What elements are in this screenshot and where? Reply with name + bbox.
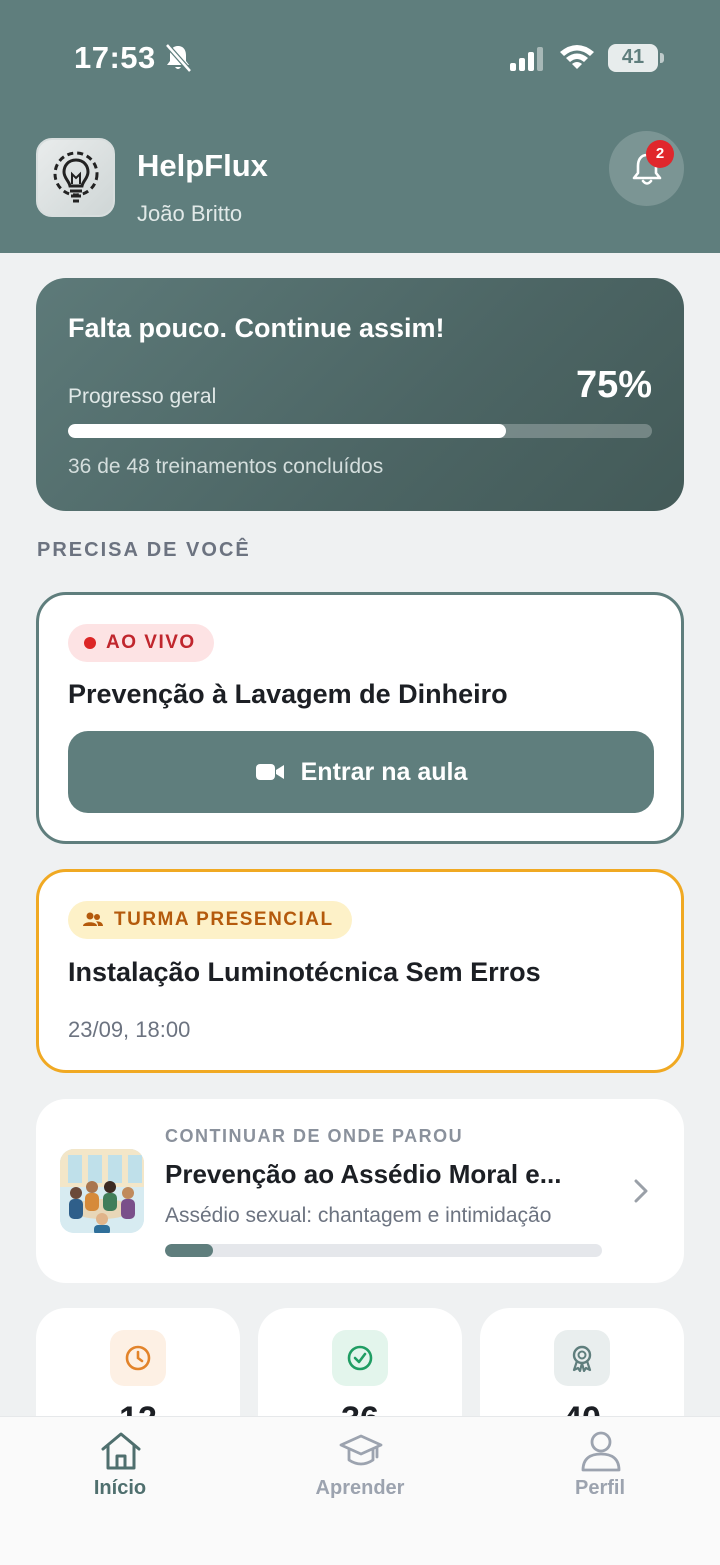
- live-session-card[interactable]: AO VIVO Prevenção à Lavagem de Dinheiro …: [36, 592, 684, 844]
- progress-percent: 75%: [575, 364, 652, 406]
- user-name: João Britto: [137, 201, 243, 226]
- status-time: 17:53: [74, 40, 156, 75]
- nav-learn-label: Aprender: [315, 1477, 405, 1499]
- live-dot-icon: [84, 637, 96, 649]
- notification-badge: 2: [646, 140, 674, 168]
- continue-lesson-title: Assédio sexual: chantagem e intimidação: [165, 1204, 552, 1227]
- check-circle-icon: [332, 1330, 388, 1386]
- progress-bar-fill: [68, 424, 506, 438]
- section-title: PRECISA DE VOCÊ: [37, 539, 251, 561]
- home-icon: [101, 1432, 141, 1470]
- join-class-button[interactable]: Entrar na aula: [68, 731, 654, 813]
- app-logo: [36, 138, 115, 217]
- notifications-button[interactable]: [609, 131, 684, 206]
- continue-label: CONTINUAR DE ONDE PAROU: [165, 1126, 464, 1146]
- progress-bar: [68, 424, 652, 438]
- wifi-icon: [560, 45, 594, 69]
- live-badge: AO VIVO: [68, 624, 214, 662]
- award-icon: [554, 1330, 610, 1386]
- live-session-title: Prevenção à Lavagem de Dinheiro: [68, 679, 508, 709]
- nav-profile[interactable]: Perfil: [480, 1417, 720, 1517]
- progress-title: Falta pouco. Continue assim!: [68, 313, 445, 343]
- bell-off-icon: [165, 43, 192, 73]
- nav-home-label: Início: [93, 1477, 147, 1499]
- graduation-cap-icon: [339, 1434, 383, 1466]
- continue-course-card[interactable]: CONTINUAR DE ONDE PAROU Prevenção ao Ass…: [36, 1099, 684, 1283]
- lightbulb-gear-icon: [53, 151, 99, 203]
- chevron-right-icon: [634, 1179, 648, 1203]
- overall-progress-card: Falta pouco. Continue assim! Progresso g…: [36, 278, 684, 511]
- nav-learn[interactable]: Aprender: [240, 1417, 480, 1517]
- app-name: HelpFlux: [137, 148, 268, 183]
- app-header: 17:53 41 HelpFlux João Britto 2: [0, 0, 720, 253]
- course-progress-fill: [165, 1244, 214, 1257]
- in-person-class-title: Instalação Luminotécnica Sem Erros: [68, 957, 541, 987]
- battery-indicator: 41: [608, 44, 664, 74]
- in-person-class-card[interactable]: TURMA PRESENCIAL Instalação Luminotécnic…: [36, 869, 684, 1073]
- group-icon: [83, 912, 103, 926]
- in-person-class-date: 23/09, 18:00: [68, 1017, 191, 1042]
- nav-home[interactable]: Início: [0, 1417, 240, 1517]
- progress-summary: 36 de 48 treinamentos concluídos: [68, 455, 384, 478]
- continue-course-title: Prevenção ao Assédio Moral e...: [165, 1159, 562, 1189]
- bottom-navigation: Início Aprender Perfil: [0, 1416, 720, 1565]
- user-icon: [581, 1431, 621, 1472]
- progress-label: Progresso geral: [68, 385, 217, 408]
- in-person-badge: TURMA PRESENCIAL: [68, 901, 352, 939]
- course-progress-bar: [165, 1244, 602, 1257]
- course-thumbnail: [60, 1149, 144, 1233]
- signal-icon: [510, 47, 543, 71]
- clock-icon: [110, 1330, 166, 1386]
- nav-profile-label: Perfil: [574, 1477, 626, 1499]
- video-camera-icon: [255, 764, 284, 780]
